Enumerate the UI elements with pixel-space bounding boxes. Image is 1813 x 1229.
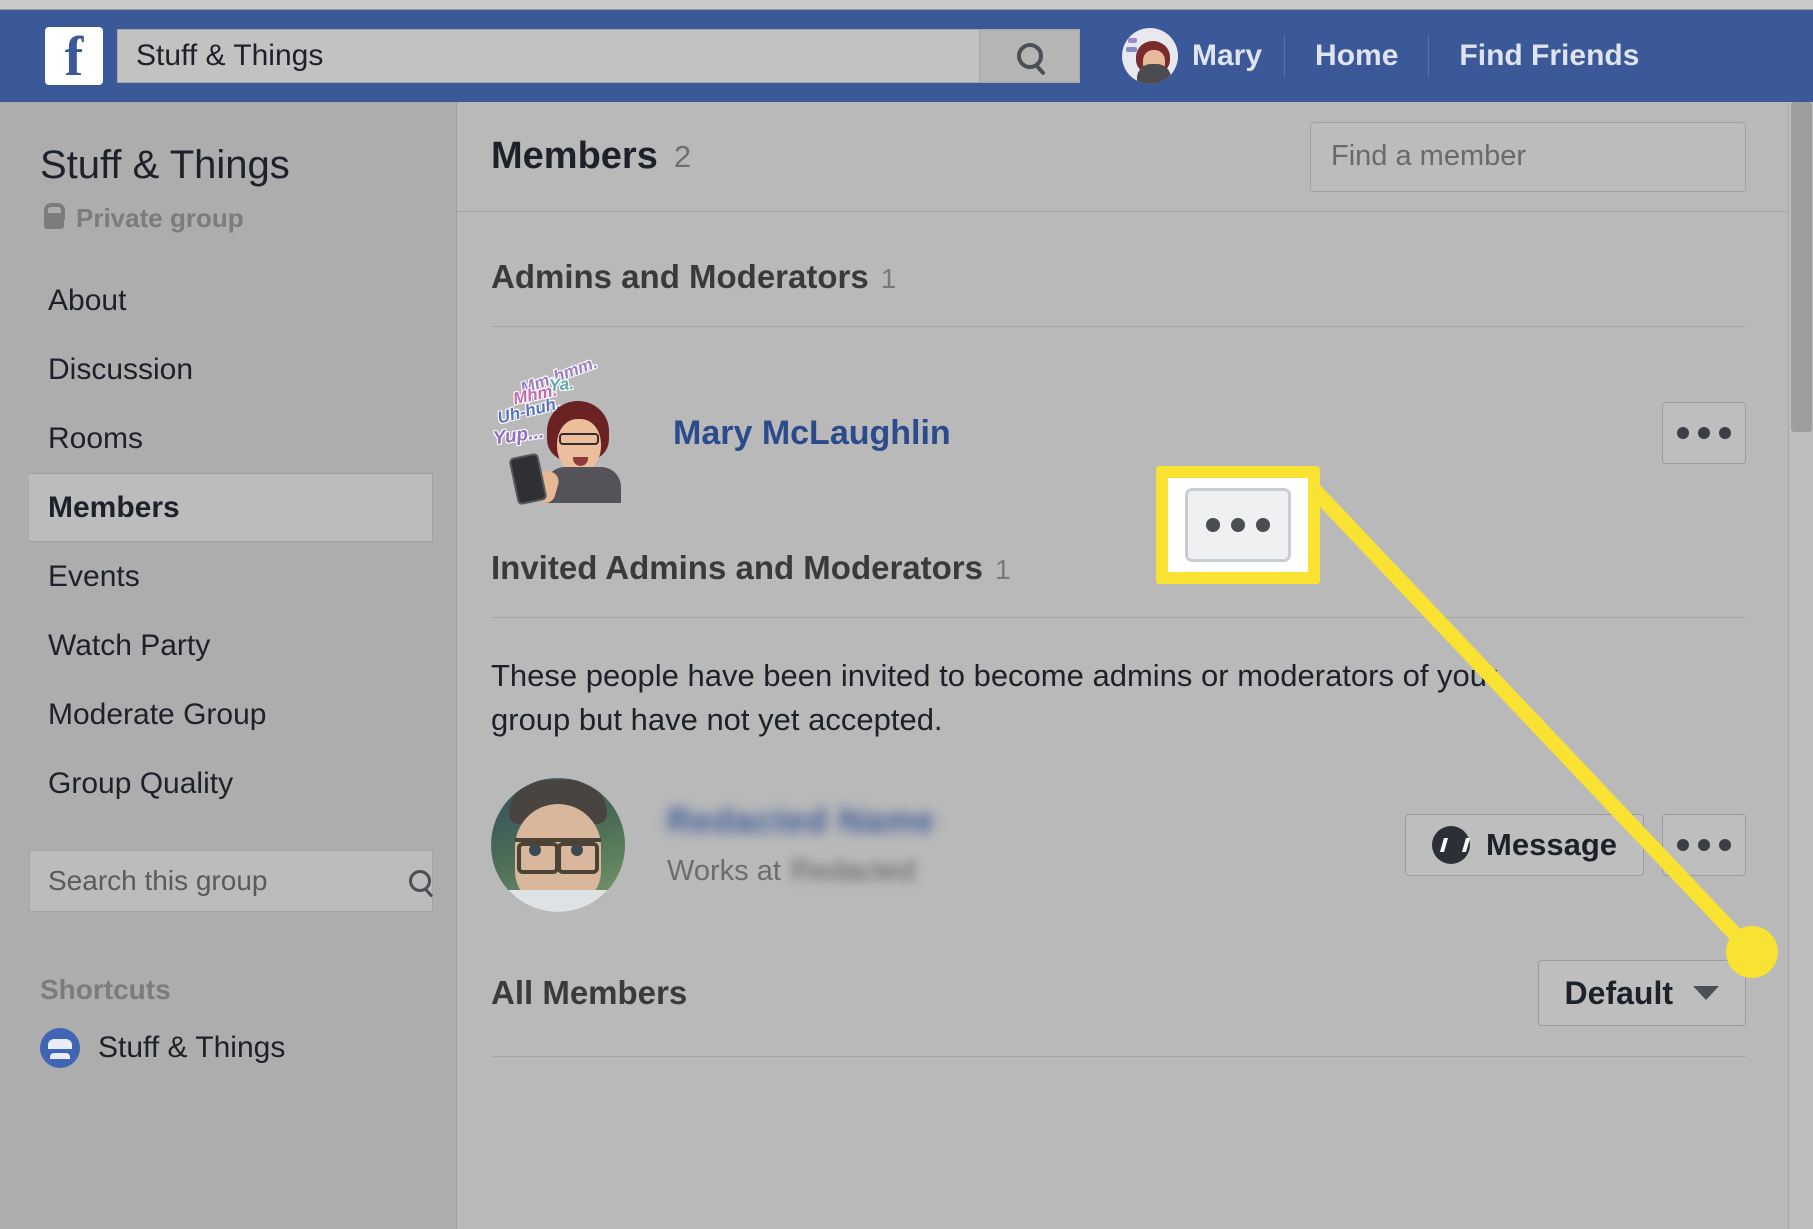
more-options-button[interactable]	[1662, 402, 1746, 464]
facebook-logo-letter: f	[64, 27, 84, 85]
ellipsis-icon	[1677, 839, 1731, 852]
message-button[interactable]: Message	[1405, 814, 1644, 877]
sidebar-item-about[interactable]: About	[0, 266, 456, 335]
ellipsis-icon	[1677, 427, 1731, 439]
group-icon	[40, 1028, 80, 1069]
avatar-shirt	[491, 890, 625, 913]
sidebar-item-moderate-group[interactable]: Moderate Group	[0, 680, 456, 749]
navbar-link-find-friends[interactable]: Find Friends	[1433, 39, 1665, 73]
section-heading-invited-admins: Invited Admins and Moderators 1	[491, 503, 1746, 587]
shortcut-item-label: Stuff & Things	[98, 1031, 286, 1065]
shortcut-item-stuff-and-things[interactable]: Stuff & Things	[40, 1028, 456, 1069]
chevron-down-icon	[1693, 986, 1719, 1001]
navbar-divider	[1428, 35, 1430, 77]
row-actions: Message	[1405, 814, 1746, 877]
group-search-box[interactable]	[29, 850, 433, 913]
sidebar-item-members[interactable]: Members	[29, 473, 433, 543]
navbar-right-cluster: Mary Home Find Friends	[1122, 10, 1665, 102]
scrollbar-thumb[interactable]	[1791, 102, 1812, 432]
section-heading-admins: Admins and Moderators 1	[491, 212, 1746, 296]
table-row: Redacted Name Works at Redacted Message	[491, 742, 1746, 913]
group-sidebar: Stuff & Things Private group About Discu…	[0, 102, 456, 1229]
invited-section-note: These people have been invited to become…	[491, 658, 1498, 738]
glasses-icon	[515, 838, 601, 875]
sidebar-item-label: Events	[48, 559, 140, 593]
ellipsis-icon	[1206, 518, 1270, 532]
group-privacy-label: Private group	[76, 203, 244, 234]
facebook-logo-icon[interactable]: f	[45, 27, 103, 85]
sidebar-item-label: Rooms	[48, 421, 144, 455]
navbar-profile-link[interactable]: Mary	[1122, 28, 1280, 84]
table-row: Mm-hmm. Ya. Mhm. Uh-huh. Yup... Mary McL…	[491, 327, 1746, 506]
sidebar-item-label: Group Quality	[48, 766, 234, 800]
messenger-icon	[1432, 826, 1471, 865]
section-title-label: Admins and Moderators	[491, 258, 869, 295]
more-options-button[interactable]	[1662, 814, 1746, 877]
member-name-link[interactable]: Redacted Name	[667, 802, 935, 841]
row-actions	[1662, 402, 1746, 464]
section-title-label: Invited Admins and Moderators	[491, 549, 984, 586]
members-main-column: Members 2 Admins and Moderators 1 Mm-hmm.…	[456, 102, 1788, 1229]
works-at-value: Redacted	[790, 855, 916, 888]
section-heading-all-members: All Members Default	[491, 912, 1746, 1027]
browser-chrome-strip	[0, 0, 1813, 10]
sidebar-item-rooms[interactable]: Rooms	[0, 404, 456, 473]
member-workplace: Works at Redacted	[667, 855, 935, 888]
sidebar-item-discussion[interactable]: Discussion	[0, 335, 456, 404]
navbar-user-name: Mary	[1192, 39, 1263, 72]
works-at-label: Works at	[667, 855, 781, 888]
navbar-link-home[interactable]: Home	[1289, 39, 1424, 73]
section-title-label: All Members	[491, 974, 688, 1012]
avatar[interactable]	[491, 778, 625, 913]
glasses-icon	[559, 433, 599, 445]
facebook-group-members-page: f Mary Home Find Friends	[0, 0, 1813, 1229]
sidebar-nav-list: About Discussion Rooms Members Events Wa…	[0, 266, 456, 818]
message-button-label: Message	[1486, 827, 1617, 863]
find-member-box[interactable]	[1310, 121, 1746, 192]
members-sections: Admins and Moderators 1 Mm-hmm. Ya. Mhm. …	[457, 212, 1788, 1058]
sidebar-item-label: Discussion	[48, 352, 194, 386]
members-count: 2	[673, 138, 692, 174]
members-header: Members 2	[457, 102, 1788, 212]
sort-dropdown-button[interactable]: Default	[1537, 960, 1746, 1027]
phone-icon	[508, 452, 548, 506]
sort-dropdown-label: Default	[1564, 974, 1673, 1011]
global-search-input[interactable]	[118, 30, 979, 82]
global-search-button[interactable]	[979, 30, 1079, 82]
navbar-divider	[1284, 35, 1286, 77]
divider	[491, 1056, 1746, 1058]
sidebar-item-label: About	[48, 283, 127, 317]
section-count: 1	[995, 554, 1011, 585]
sidebar-item-events[interactable]: Events	[0, 542, 456, 611]
sidebar-item-label: Moderate Group	[48, 697, 267, 731]
sidebar-item-label: Watch Party	[48, 628, 211, 662]
avatar[interactable]: Mm-hmm. Ya. Mhm. Uh-huh. Yup...	[491, 353, 631, 506]
member-name-link[interactable]: Mary McLaughlin	[673, 414, 951, 453]
search-icon	[1016, 43, 1043, 69]
search-input[interactable]	[48, 865, 409, 898]
members-title: Members	[491, 135, 658, 177]
annotation-callout-button	[1185, 488, 1291, 562]
find-member-input[interactable]	[1331, 140, 1725, 173]
search-icon	[409, 870, 431, 893]
sidebar-item-label: Members	[48, 490, 180, 524]
sidebar-item-watch-party[interactable]: Watch Party	[0, 611, 456, 680]
section-count: 1	[880, 263, 897, 294]
avatar	[1122, 28, 1178, 84]
page-title: Stuff & Things	[40, 143, 290, 187]
global-search-bar[interactable]	[117, 29, 1080, 83]
page-scrollbar[interactable]	[1788, 102, 1813, 1229]
lock-icon	[44, 203, 65, 230]
member-info: Mary McLaughlin	[673, 414, 951, 453]
facebook-top-navbar: f Mary Home Find Friends	[0, 10, 1813, 102]
annotation-callout-box	[1156, 466, 1320, 584]
member-info: Redacted Name Works at Redacted	[667, 802, 935, 888]
group-privacy-badge: Private group	[0, 189, 456, 234]
shortcuts-heading: Shortcuts	[40, 974, 171, 1006]
sidebar-item-group-quality[interactable]: Group Quality	[0, 749, 456, 818]
